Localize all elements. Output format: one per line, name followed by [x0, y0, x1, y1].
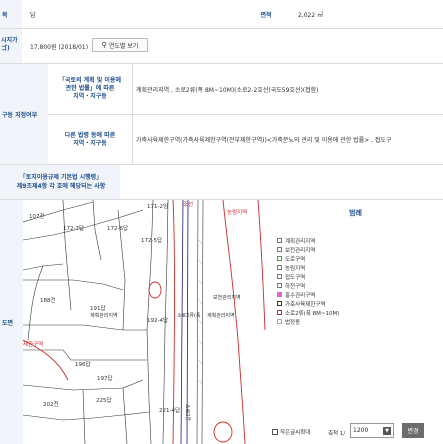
legend-item: 홍수관리구역	[277, 290, 315, 299]
map-label: 107전	[29, 214, 45, 220]
map-label: 172-7답	[63, 226, 85, 232]
legend-item-label: 소로2류(폭 8M~10M)	[285, 310, 340, 317]
scale-change-button[interactable]: 변경	[402, 423, 424, 438]
legend-item-label: 도로구역	[285, 256, 306, 263]
zoning-sub1-line3: 지역・지구등	[73, 93, 107, 100]
zoning-sub1-line2: 관한 법률」에 따른	[65, 85, 115, 92]
enforcement-decree-label: 「토지이용규제 기본법 시행령」 제9조제4항 각 호에 해당되는 사항	[0, 165, 120, 199]
map-label: 171-2임	[147, 204, 169, 210]
legend-item: 보전관리지역	[277, 245, 315, 254]
small-text-enlarge-control[interactable]: 작은글씨확대	[272, 428, 310, 436]
zoning-sub2-line1: 다른 법령 등에 따른	[64, 131, 116, 139]
map-label: 보전관리지역	[213, 295, 241, 301]
official-price-label: 시지가 ゴ)	[0, 29, 22, 63]
legend-item: 소로2류(폭 8M~10M)	[277, 308, 339, 317]
cadastral-map[interactable]: 107전 172-7답 172-6답 171-2임 172-5답 188전 19…	[23, 200, 268, 444]
row1-label: 목	[0, 0, 22, 28]
land-category-value: 답	[30, 11, 36, 19]
scale-select-value: 1200	[353, 427, 369, 434]
map-label: 조선	[183, 202, 194, 208]
legend-item: 농림지역	[277, 263, 305, 272]
small-text-label: 작은글씨확대	[280, 430, 311, 436]
map-label: 172-6답	[107, 226, 129, 232]
enforcement-decree-line1: 「토지이용규제 기본법 시행령」	[19, 174, 103, 181]
legend-item: 법정동	[277, 317, 300, 326]
map-label: 172-5답	[141, 238, 163, 244]
zoning-side-label: 구등 지정여부	[0, 64, 48, 164]
legend-swatch	[277, 283, 282, 288]
legend-swatch	[277, 274, 282, 279]
legend-item-label: 가축사육제한구역	[285, 301, 326, 308]
area-label: 면적	[236, 0, 296, 28]
official-price-label-line1: 시지가	[1, 37, 18, 44]
map-label: 소로2류(폭	[177, 313, 201, 319]
legend-item: 계획관리지역	[277, 236, 315, 245]
official-price-label-line2: ゴ)	[1, 45, 10, 52]
legend-swatch	[277, 247, 282, 252]
small-text-checkbox[interactable]	[272, 429, 278, 435]
area-value: 2,022 ㎡	[298, 11, 324, 19]
map-label: 221-4답	[159, 408, 181, 414]
year-view-button[interactable]: ⚲ 연도별 보기	[92, 38, 148, 52]
legend-swatch	[277, 310, 282, 315]
map-label: 191답	[90, 306, 106, 312]
enforcement-decree-line2: 제9조제4항 각 호에 해당되는 사항	[16, 183, 106, 190]
legend-title: 범례	[349, 209, 362, 217]
map-label: 제한구역	[23, 342, 44, 348]
legend-item-label: 홍수관리구역	[285, 292, 316, 299]
legend-item-label: 계획관리지역	[285, 238, 316, 245]
legend-item-label: 농림지역	[285, 265, 306, 272]
zoning-sub1-label: 「국토의 계획 및 이용에 관한 법률」에 따른 지역・지구등	[48, 64, 132, 114]
official-price-value: 17,800원 (2018/01)	[30, 43, 89, 51]
map-label: 197답	[97, 376, 113, 382]
legend-item: 도로구역	[277, 254, 305, 263]
map-side-label: 도면	[0, 200, 23, 444]
legend-item-label: 접도구역	[285, 274, 306, 281]
zoning-sub2-value: 가축사육제한구역(가축사육제한구역(전부제한구역))<가축분뇨의 관리 및 이용…	[136, 137, 392, 144]
legend-panel: 범례 계획관리지역 보전관리지역 도로구역 농림지역 접도구역 하천구역 홍수관…	[268, 200, 443, 444]
map-label: 계획관리지역	[90, 313, 118, 319]
map-label: 188전	[40, 298, 56, 304]
legend-swatch	[277, 265, 282, 270]
legend-item: 하천구역	[277, 281, 305, 290]
legend-swatch	[277, 301, 282, 306]
map-label: 202전	[43, 402, 59, 408]
legend-swatch	[277, 256, 282, 261]
zoning-sub1-value: 계획관리지역 , 소로2류(폭 8M~10M)(소로2-2호선(국도59호선)(…	[136, 86, 319, 94]
zoning-sub2-line2: 지역・지구등	[73, 139, 107, 147]
search-icon: ⚲	[101, 41, 107, 49]
map-label: 225답	[96, 398, 112, 404]
map-label: 192-4답	[147, 318, 169, 324]
map-label: 소로2류	[184, 404, 190, 421]
chevron-down-icon: ▼	[383, 426, 391, 435]
legend-swatch	[277, 319, 282, 324]
map-label: 계획관리지역	[207, 313, 235, 319]
legend-item-label: 법정동	[285, 319, 301, 326]
legend-item: 가축사육제한구역	[277, 299, 325, 308]
legend-item-label: 하천구역	[285, 283, 306, 290]
zoning-sub2-label: 다른 법령 등에 따른 지역・지구등	[48, 115, 132, 164]
map-label: 농림지역	[227, 210, 248, 216]
year-view-button-label: 연도별 보기	[108, 42, 139, 50]
legend-swatch-flood	[277, 292, 282, 297]
map-label: 196답	[75, 362, 91, 368]
scale-label: 축척 1/	[328, 431, 346, 437]
scale-select[interactable]: 1200 ▼	[350, 423, 394, 438]
legend-item-label: 보전관리지역	[285, 247, 316, 254]
legend-item: 접도구역	[277, 272, 305, 281]
zoning-sub1-line1: 「국토의 계획 및 이용에	[59, 77, 121, 84]
legend-swatch	[277, 238, 282, 243]
